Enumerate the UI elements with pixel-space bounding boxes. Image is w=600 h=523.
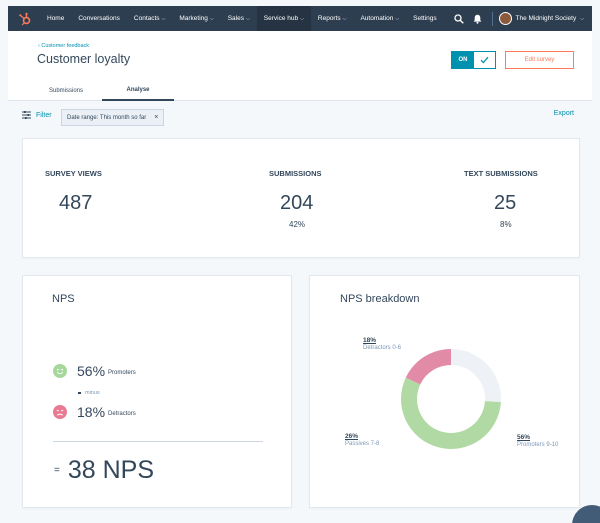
- nav-item-sales[interactable]: Sales ⌵: [221, 6, 257, 31]
- tab-submissions[interactable]: Submissions: [30, 80, 102, 101]
- detractors-percent: 18%: [77, 404, 106, 420]
- hubspot-logo[interactable]: [14, 8, 36, 30]
- tab-analyse[interactable]: Analyse: [102, 80, 174, 101]
- stat-value: 487: [59, 192, 93, 214]
- nav-item-label: Automation: [360, 15, 394, 22]
- nps-title: NPS: [52, 293, 75, 305]
- close-icon[interactable]: ×: [154, 114, 158, 121]
- nps-total: = 38 NPS: [54, 456, 154, 485]
- chevron-down-icon: ⌵: [161, 15, 166, 22]
- stat-percent: 8%: [500, 220, 512, 229]
- promoters-percent: 56%: [77, 363, 106, 379]
- nav-item-label: Reports: [317, 15, 341, 22]
- nav-item-marketing[interactable]: Marketing ⌵: [172, 6, 220, 31]
- passives-segment-label: 26% Passives 7-8: [345, 433, 379, 447]
- check-icon: [474, 52, 495, 68]
- promoters-row: 56% Promoters: [53, 363, 136, 379]
- minus-icon: [78, 392, 81, 394]
- top-nav: Home Conversations Contacts ⌵ Marketing ⌵ Sale…: [8, 6, 592, 31]
- stats-card: SURVEY VIEWS 487 SUBMISSIONS 204 42% TEX…: [22, 138, 580, 258]
- page-title: Customer loyalty: [37, 52, 131, 66]
- minus-label: minus: [85, 390, 100, 396]
- promoters-segment-label: 56% Promoters 9-10: [517, 434, 558, 448]
- donut-segment-passives[interactable]: [451, 349, 501, 403]
- minus-row: minus: [78, 390, 100, 396]
- nav-item-label: Service hub: [263, 15, 299, 22]
- nps-score: 38 NPS: [67, 456, 155, 484]
- chevron-down-icon: ⌵: [342, 15, 347, 22]
- promoters-label: Promoters: [108, 370, 136, 376]
- breadcrumb[interactable]: ‹ Customer feedback: [38, 43, 89, 49]
- nav-item-label: Home: [47, 15, 65, 22]
- detractors-segment-label: 18% Detractors 0-6: [363, 337, 401, 351]
- chevron-down-icon: ⌵: [300, 15, 304, 22]
- nav-item-label: Sales: [227, 15, 244, 22]
- segment-name: Passives 7-8: [345, 441, 380, 447]
- nav-menu: Home Conversations Contacts ⌵ Marketing ⌵ Sale…: [40, 6, 444, 31]
- bell-icon[interactable]: [470, 6, 486, 31]
- toggle-on-label: ON: [452, 52, 474, 68]
- date-range-label: Date range: This month so far: [67, 114, 147, 121]
- nav-item-settings[interactable]: Settings: [406, 6, 444, 31]
- filter-bar: Filter Date range: This month so far × E…: [8, 101, 592, 133]
- segment-percent: 56%: [517, 434, 531, 441]
- nav-divider: [491, 11, 493, 26]
- nav-item-service-hub[interactable]: Service hub ⌵: [256, 6, 311, 31]
- nps-donut-chart: [401, 349, 501, 450]
- segment-name: Detractors 0-6: [363, 345, 402, 351]
- chevron-down-icon: ⌵: [580, 15, 584, 22]
- tab-bar: Submissions Analyse: [30, 80, 174, 101]
- detractors-row: 18% Detractors: [53, 404, 136, 420]
- segment-percent: 26%: [345, 433, 359, 440]
- donut-segment-detractors[interactable]: [405, 349, 451, 385]
- nav-item-contacts[interactable]: Contacts ⌵: [127, 6, 172, 31]
- stat-value: 25: [494, 192, 517, 214]
- stat-label: TEXT SUBMISSIONS: [464, 169, 538, 178]
- filter-label: Filter: [36, 111, 52, 119]
- survey-toggle[interactable]: ON: [451, 51, 496, 69]
- nav-item-label: Contacts: [133, 15, 160, 22]
- nav-item-automation[interactable]: Automation ⌵: [353, 6, 406, 31]
- nav-right: The Midnight Society ⌵: [448, 6, 584, 31]
- stat-survey-views: SURVEY VIEWS 487: [45, 139, 165, 259]
- page-header: ‹ Customer feedback Customer loyalty ON …: [8, 31, 592, 101]
- stat-submissions: SUBMISSIONS 204 42%: [269, 139, 349, 259]
- filter-button[interactable]: Filter: [22, 111, 52, 119]
- filter-icon: [22, 111, 31, 119]
- stat-text-submissions: TEXT SUBMISSIONS 25 8%: [464, 139, 564, 259]
- nav-item-label: Settings: [413, 15, 437, 22]
- stat-label: SURVEY VIEWS: [45, 169, 102, 178]
- nav-item-label: Conversations: [78, 15, 120, 22]
- happy-face-icon: [53, 364, 67, 378]
- account-name[interactable]: The Midnight Society: [516, 15, 577, 22]
- chevron-down-icon: ⌵: [395, 15, 400, 22]
- divider: [53, 441, 263, 442]
- export-link[interactable]: Export: [554, 110, 574, 117]
- edit-survey-button[interactable]: Edit survey: [505, 51, 574, 69]
- search-icon[interactable]: [451, 6, 467, 31]
- stat-label: SUBMISSIONS: [269, 169, 322, 178]
- nav-item-conversations[interactable]: Conversations: [71, 6, 127, 31]
- chevron-down-icon: ⌵: [245, 15, 250, 22]
- equals-sign: =: [54, 465, 60, 476]
- stat-percent: 42%: [289, 220, 306, 229]
- nps-breakdown-card: NPS breakdown 18% Detractors 0-6 26% Pas…: [309, 275, 580, 508]
- nav-item-home[interactable]: Home: [40, 6, 71, 31]
- date-range-chip[interactable]: Date range: This month so far ×: [61, 109, 165, 126]
- sad-face-icon: [53, 405, 67, 419]
- stat-value: 204: [280, 192, 314, 214]
- segment-name: Promoters 9-10: [517, 442, 559, 448]
- avatar[interactable]: [498, 12, 512, 25]
- segment-percent: 18%: [363, 337, 377, 344]
- detractors-label: Detractors: [108, 411, 136, 417]
- nps-card: NPS 56% Promoters minus 18% Detractors =…: [22, 275, 292, 508]
- nav-item-label: Marketing: [179, 15, 208, 22]
- nav-item-reports[interactable]: Reports ⌵: [311, 6, 354, 31]
- chevron-down-icon: ⌵: [209, 15, 214, 22]
